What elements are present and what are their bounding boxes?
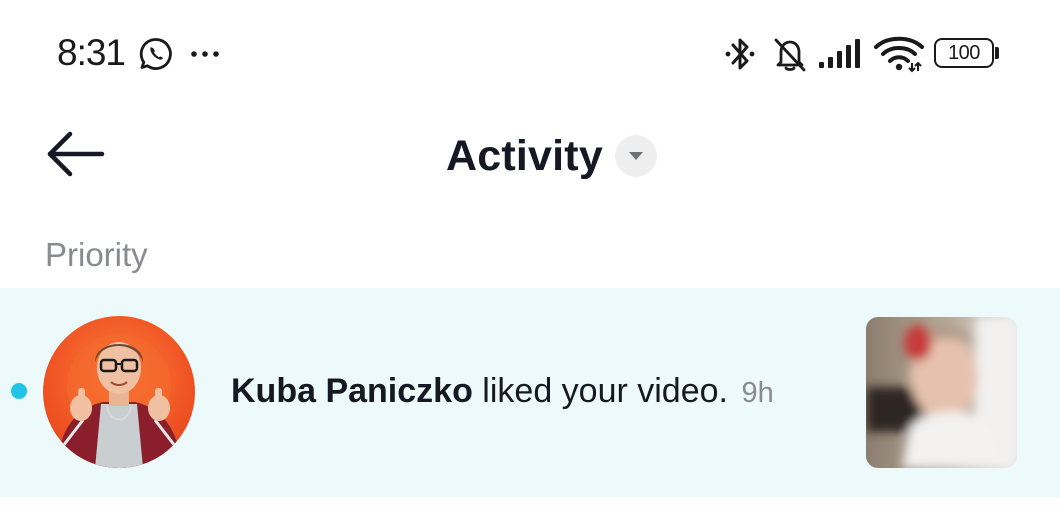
notification-text: Kuba Paniczko liked your video. 9h [231, 372, 774, 411]
battery-level: 100 [934, 38, 994, 68]
more-dots-icon [191, 51, 219, 57]
notification-row[interactable]: Kuba Paniczko liked your video. 9h [0, 288, 1060, 497]
notification-username[interactable]: Kuba Paniczko [231, 372, 473, 410]
page-title: Activity [446, 131, 603, 180]
user-avatar[interactable] [43, 316, 195, 468]
notification-action: liked your video. [482, 372, 728, 410]
whatsapp-icon [139, 38, 172, 70]
status-time: 8:31 [57, 32, 126, 73]
status-bar: 8:31 100 [0, 0, 1060, 104]
activity-filter-dropdown[interactable]: Activity [446, 128, 657, 184]
signal-icon [819, 39, 860, 68]
bluetooth-icon [725, 38, 755, 70]
back-arrow-icon [47, 131, 105, 177]
unread-dot [11, 383, 27, 399]
header: Activity [0, 104, 1060, 208]
battery-cap [995, 47, 999, 59]
wifi-icon [874, 36, 924, 73]
back-button[interactable] [40, 126, 110, 182]
video-thumbnail[interactable] [866, 317, 1017, 468]
notification-time: 9h [741, 377, 774, 409]
silent-bell-icon [774, 38, 806, 72]
section-label-priority: Priority [45, 236, 148, 273]
battery-icon: 100 [934, 38, 1000, 68]
caret-down-icon [614, 135, 657, 177]
